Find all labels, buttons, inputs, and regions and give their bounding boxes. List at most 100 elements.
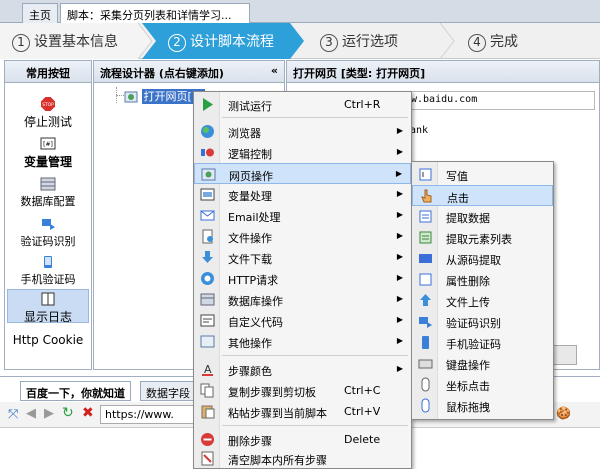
submenu-write-value[interactable]: 写值 — [412, 164, 553, 185]
menu-other-ops[interactable]: 其他操作 ▶ — [194, 331, 411, 352]
code-icon — [200, 314, 215, 327]
tab-strip: 主页 脚本：采集分页列表和详情学习... — [0, 0, 600, 24]
file-icon — [202, 229, 213, 244]
submenu-attr-delete[interactable]: 属性删除 — [412, 269, 553, 290]
stop-test-button[interactable]: STOP 停止测试 — [7, 97, 89, 130]
extract-icon — [419, 210, 432, 223]
tab-baidu[interactable]: 百度一下，你就知道 — [20, 381, 131, 401]
globe-icon — [201, 125, 214, 138]
color-icon: A — [202, 363, 213, 376]
common-buttons-panel: 常用按钮 STOP 停止测试 [#] 变量管理 数据库配置 验证码识别 手机验证… — [4, 60, 92, 370]
url-field[interactable]: w.baidu.com — [407, 91, 595, 110]
menu-variable[interactable]: 变量处理 ▶ — [194, 184, 411, 205]
wizard-steps: 1 设置基本信息 2 设计脚本流程 3 运行选项 4 完成 — [0, 23, 600, 59]
step-4[interactable]: 4 完成 — [468, 31, 518, 52]
source-icon — [419, 254, 432, 263]
menu-email[interactable]: Email处理 ▶ — [194, 205, 411, 226]
menu-logic-control[interactable]: 逻辑控制 ▶ — [194, 142, 411, 163]
database-icon — [40, 177, 56, 191]
hand-icon — [421, 189, 432, 203]
address-bar[interactable]: https://www. — [100, 405, 196, 424]
menu-paste-step[interactable]: 粘帖步骤到当前脚本 Ctrl+V — [194, 401, 411, 422]
email-icon — [200, 210, 215, 221]
menu-file-download[interactable]: 文件下载 ▶ — [194, 247, 411, 268]
panel-title: 打开网页 [类型: 打开网页] — [287, 61, 599, 83]
tab-data-fields[interactable]: 数据字段 — [140, 381, 196, 401]
download-icon — [202, 251, 213, 263]
other-icon — [200, 335, 215, 348]
submenu-extract-list[interactable]: 提取元素列表 — [412, 227, 553, 248]
menu-delete-step[interactable]: 删除步骤 Delete — [194, 429, 411, 450]
stop-icon: STOP — [41, 97, 55, 111]
variable-manager-button[interactable]: [#] 变量管理 — [7, 137, 89, 170]
panel-title: 常用按钮 — [5, 61, 91, 83]
list-icon — [419, 231, 432, 244]
database-icon — [200, 293, 215, 306]
log-icon — [41, 292, 55, 306]
submenu-click[interactable]: 点击 — [412, 185, 553, 206]
captcha-icon — [419, 317, 432, 328]
drag-icon — [421, 398, 430, 413]
submenu-coord-click[interactable]: 坐标点击 — [412, 374, 553, 395]
attr-delete-icon — [419, 273, 432, 286]
step-3[interactable]: 3 运行选项 — [320, 31, 398, 52]
svg-text:STOP: STOP — [42, 102, 54, 108]
forward-icon[interactable]: ▶ — [44, 406, 54, 421]
submenu-captcha[interactable]: 验证码识别 — [412, 311, 553, 332]
fullscreen-icon[interactable]: ⤧ — [8, 407, 18, 422]
captcha-button[interactable]: 验证码识别 — [7, 217, 89, 249]
database-config-button[interactable]: 数据库配置 — [7, 177, 89, 209]
cookie-icon[interactable]: 🍪 — [556, 406, 571, 420]
menu-http-request[interactable]: HTTP请求 ▶ — [194, 268, 411, 289]
menu-step-color[interactable]: A 步骤颜色 ▶ — [194, 359, 411, 380]
back-icon[interactable]: ◀ — [26, 406, 36, 421]
tab-script[interactable]: 脚本：采集分页列表和详情学习... — [60, 3, 250, 24]
menu-copy-step[interactable]: 复制步骤到剪切板 Ctrl+C — [194, 380, 411, 401]
context-menu: 测试运行 Ctrl+R 浏览器 ▶ 逻辑控制 ▶ 网页操作 ▶ 变量处理 ▶ Email处… — [193, 91, 412, 469]
stop-load-icon[interactable]: ✖ — [82, 405, 94, 421]
show-log-button[interactable]: 显示日志 — [7, 289, 89, 324]
webpage-icon — [124, 91, 138, 103]
clear-icon — [201, 451, 214, 466]
captcha-icon — [42, 219, 55, 230]
phone-code-button[interactable]: 手机验证码 — [7, 255, 89, 287]
tree-line — [116, 95, 124, 96]
play-icon — [203, 98, 213, 111]
copy-icon — [200, 383, 214, 398]
submenu-extract-source[interactable]: 从源码提取 — [412, 248, 553, 269]
menu-webpage-ops[interactable]: 网页操作 ▶ — [194, 163, 411, 184]
variable-icon — [200, 188, 215, 201]
panel-title: 流程设计器 (点右键添加) « — [94, 61, 284, 83]
logic-icon — [201, 148, 214, 157]
submenu-extract-data[interactable]: 提取数据 — [412, 206, 553, 227]
submenu-phone-code[interactable]: 手机验证码 — [412, 332, 553, 353]
svg-text:[#]: [#] — [43, 141, 53, 148]
paste-icon — [201, 405, 215, 419]
collapse-button[interactable]: « — [271, 64, 278, 77]
upload-icon — [420, 294, 431, 306]
http-icon — [201, 272, 214, 285]
webpage-ops-submenu: 写值 点击 提取数据 提取元素列表 从源码提取 属性删除 文件上传 验证码识别 … — [411, 161, 554, 420]
submenu-keyboard[interactable]: 键盘操作 — [412, 353, 553, 374]
menu-custom-code[interactable]: 自定义代码 ▶ — [194, 310, 411, 331]
menu-test-run[interactable]: 测试运行 Ctrl+R — [194, 94, 411, 115]
menu-file-ops[interactable]: 文件操作 ▶ — [194, 226, 411, 247]
webpage-icon — [201, 168, 216, 181]
tab-home[interactable]: 主页 — [22, 3, 58, 23]
submenu-mouse-drag[interactable]: 鼠标拖拽 — [412, 395, 553, 416]
target-field[interactable]: ank — [407, 123, 595, 142]
write-icon — [419, 168, 432, 181]
submenu-file-upload[interactable]: 文件上传 — [412, 290, 553, 311]
delete-icon — [201, 433, 214, 446]
step-2[interactable]: 2 设计脚本流程 — [168, 31, 274, 52]
step-1[interactable]: 1 设置基本信息 — [12, 31, 118, 52]
mouse-icon — [421, 377, 430, 392]
refresh-icon[interactable]: ↻ — [62, 405, 74, 421]
phone-icon — [422, 336, 429, 349]
menu-browser[interactable]: 浏览器 ▶ — [194, 121, 411, 142]
keyboard-icon — [418, 359, 433, 369]
http-cookie-button[interactable]: Http Cookie — [7, 333, 89, 347]
menu-clear-steps[interactable]: 清空脚本内所有步骤 — [194, 448, 411, 469]
menu-database-ops[interactable]: 数据库操作 ▶ — [194, 289, 411, 310]
phone-icon — [44, 256, 52, 268]
